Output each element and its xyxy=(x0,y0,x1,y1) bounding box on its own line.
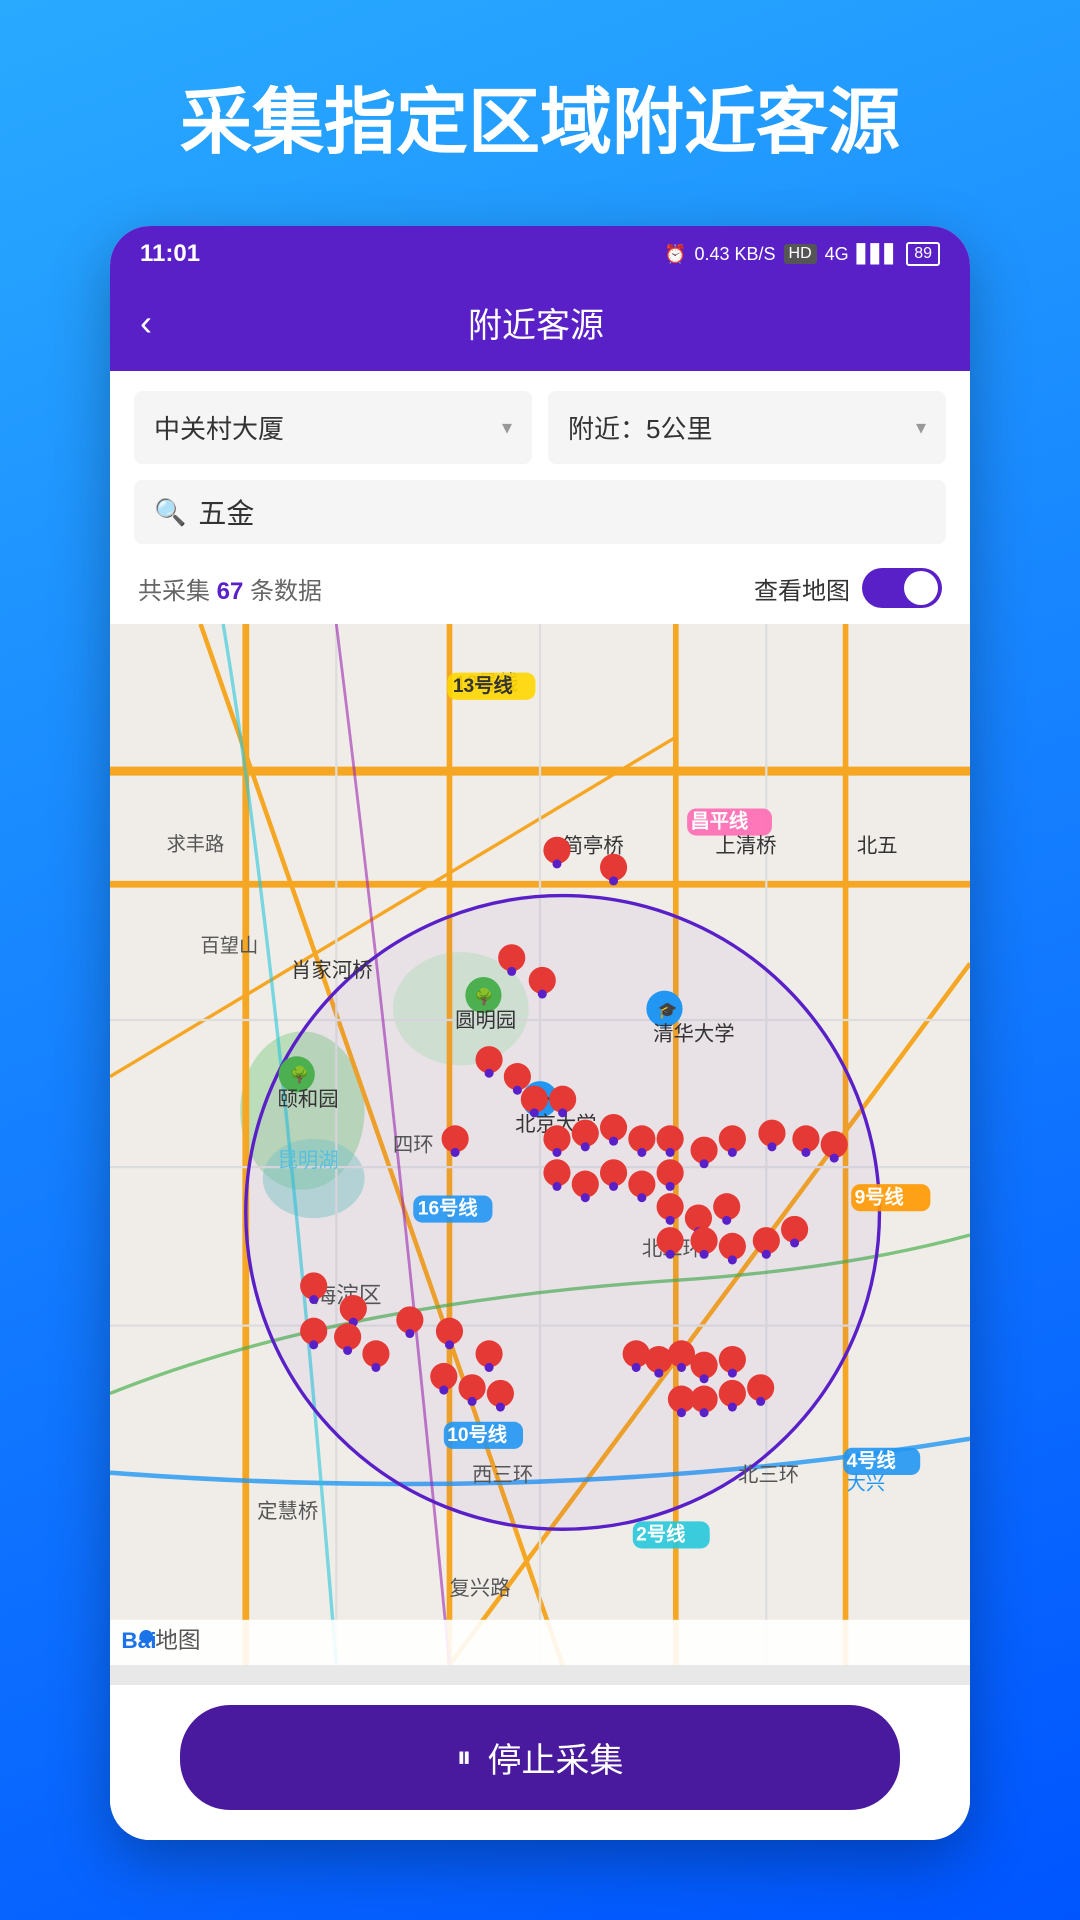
svg-text:地图: 地图 xyxy=(155,1628,200,1653)
status-icons: ⏰ 0.43 KB/S HD 4G ▋▋▋ 89 xyxy=(664,242,940,266)
status-bar: 11:01 ⏰ 0.43 KB/S HD 4G ▋▋▋ 89 xyxy=(110,226,970,282)
bottom-bar: ⏸ 停止采集 xyxy=(110,1685,970,1840)
battery-icon: 89 xyxy=(906,242,940,266)
background-title: 采集指定区域附近客源 xyxy=(140,0,940,226)
svg-text:9号线: 9号线 xyxy=(855,1186,904,1209)
svg-text:10号线: 10号线 xyxy=(447,1423,507,1446)
svg-text:圆明园: 圆明园 xyxy=(455,1010,516,1032)
svg-text:13号线: 13号线 xyxy=(453,674,513,697)
map-toggle-label: 查看地图 xyxy=(754,571,850,606)
svg-text:定慧桥: 定慧桥 xyxy=(257,1500,318,1523)
svg-text:🌳: 🌳 xyxy=(290,1065,310,1084)
svg-text:昆明湖: 昆明湖 xyxy=(277,1150,338,1173)
clock-icon: ⏰ xyxy=(664,244,686,265)
controls-area: 中关村大厦 ▾ 附近：5公里 ▾ 🔍 共采集 67 条数据 xyxy=(110,371,970,624)
page-wrapper: 采集指定区域附近客源 11:01 ⏰ 0.43 KB/S HD 4G ▋▋▋ 8… xyxy=(0,0,1080,1920)
svg-text:百望山: 百望山 xyxy=(201,936,259,958)
search-bar: 🔍 xyxy=(134,480,946,544)
back-button[interactable]: ‹ xyxy=(140,302,152,344)
hd-badge: HD xyxy=(784,244,817,264)
stop-btn-label: 停止采集 xyxy=(488,1733,624,1782)
svg-text:西三环: 西三环 xyxy=(472,1465,533,1487)
status-time: 11:01 xyxy=(140,240,200,268)
chevron-down-icon: ▾ xyxy=(502,415,512,440)
phone-frame: 11:01 ⏰ 0.43 KB/S HD 4G ▋▋▋ 89 ‹ 附近客源 xyxy=(110,226,970,1840)
stats-row: 共采集 67 条数据 查看地图 xyxy=(134,560,946,624)
toggle-switch[interactable] xyxy=(862,568,942,608)
signal-icon: 4G xyxy=(825,244,849,265)
svg-text:🌳: 🌳 xyxy=(474,987,494,1006)
signal-bars: ▋▋▋ xyxy=(857,244,899,265)
svg-text:2号线: 2号线 xyxy=(636,1523,685,1546)
svg-text:颐和园: 颐和园 xyxy=(277,1088,338,1111)
range-dropdown[interactable]: 附近：5公里 ▾ xyxy=(548,391,946,464)
stats-text: 共采集 67 条数据 xyxy=(138,571,322,606)
svg-text:4号线: 4号线 xyxy=(847,1449,896,1472)
map-svg: 13号线 13号线 昌平线 16号线 10号线 4号线 大兴 2号线 简亭桥 上… xyxy=(110,624,970,1665)
svg-text:清华大学: 清华大学 xyxy=(653,1023,734,1046)
stats-count: 67 xyxy=(217,578,244,605)
svg-text:北三环: 北三环 xyxy=(738,1464,799,1487)
search-input[interactable] xyxy=(198,496,926,528)
nav-bar: ‹ 附近客源 xyxy=(110,282,970,371)
map-container: 13号线 13号线 昌平线 16号线 10号线 4号线 大兴 2号线 简亭桥 上… xyxy=(110,624,970,1685)
dropdowns-row: 中关村大厦 ▾ 附近：5公里 ▾ xyxy=(134,391,946,464)
toggle-knob xyxy=(904,571,938,605)
svg-text:上清桥: 上清桥 xyxy=(715,835,776,858)
map-toggle-area: 查看地图 xyxy=(754,568,942,608)
location-dropdown[interactable]: 中关村大厦 ▾ xyxy=(134,391,532,464)
speed-display: 0.43 KB/S xyxy=(694,244,775,265)
svg-text:求丰路: 求丰路 xyxy=(167,834,225,856)
nav-title: 附近客源 xyxy=(172,298,900,347)
pause-icon: ⏸ xyxy=(457,1741,472,1775)
svg-text:肖家河桥: 肖家河桥 xyxy=(291,959,372,982)
search-icon: 🔍 xyxy=(154,497,186,528)
svg-text:北五: 北五 xyxy=(857,835,898,858)
svg-text:昌平线: 昌平线 xyxy=(690,810,748,833)
svg-text:四环: 四环 xyxy=(393,1135,434,1157)
svg-text:大兴: 大兴 xyxy=(847,1473,885,1495)
chevron-down-icon: ▾ xyxy=(916,415,926,440)
svg-text:16号线: 16号线 xyxy=(418,1197,478,1220)
svg-text:🎓: 🎓 xyxy=(658,1003,678,1020)
stop-collection-button[interactable]: ⏸ 停止采集 xyxy=(180,1705,900,1810)
svg-text:复兴路: 复兴路 xyxy=(449,1577,510,1600)
